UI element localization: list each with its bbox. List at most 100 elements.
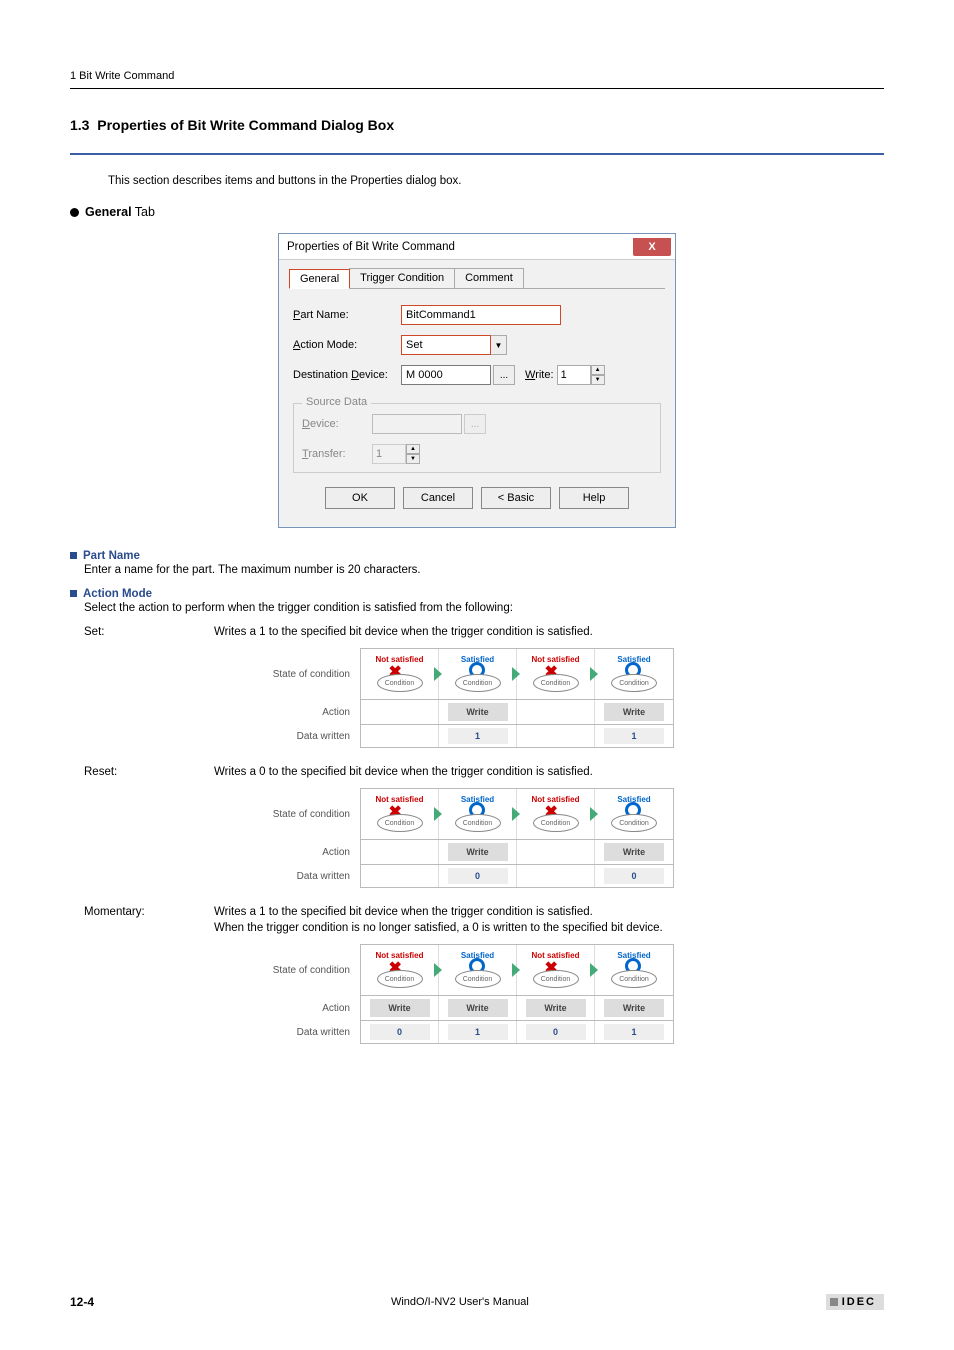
diagram-state-label: State of condition xyxy=(230,669,360,680)
spinner-down-icon[interactable]: ▼ xyxy=(591,375,605,385)
action-cell: Write xyxy=(439,840,517,864)
spinner-up-icon[interactable]: ▲ xyxy=(591,365,605,375)
help-button[interactable]: Help xyxy=(559,487,629,509)
state-cell: Satisfied Condition xyxy=(439,945,517,995)
diagram-data-label: Data written xyxy=(230,871,360,882)
action-cell: Write xyxy=(361,996,439,1020)
close-button[interactable]: X xyxy=(633,238,671,256)
data-cell: 1 xyxy=(439,725,517,747)
dialog-title: Properties of Bit Write Command xyxy=(287,241,455,253)
condition-oval: Condition xyxy=(611,970,657,988)
write-spinner[interactable]: ▲▼ xyxy=(591,365,605,385)
arrow-right-icon xyxy=(590,667,598,681)
data-cell xyxy=(517,865,595,887)
diagram-data-row: 0101 xyxy=(360,1021,674,1044)
section-intro: This section describes items and buttons… xyxy=(108,175,884,187)
condition-oval: Condition xyxy=(455,674,501,692)
write-value-input[interactable] xyxy=(557,365,591,385)
general-label: General xyxy=(85,205,132,219)
data-cell: 1 xyxy=(595,725,673,747)
condition-oval: Condition xyxy=(377,970,423,988)
state-shape: Condition xyxy=(611,666,657,692)
state-shape: Condition xyxy=(611,962,657,988)
part-name-input[interactable] xyxy=(401,305,561,325)
data-value: 1 xyxy=(448,1024,508,1040)
sd-ul: D xyxy=(302,418,310,430)
action-box: Write xyxy=(370,999,430,1017)
section-rule xyxy=(70,153,884,155)
action-box: Write xyxy=(526,999,586,1017)
state-cell: Satisfied Condition xyxy=(439,649,517,699)
action-cell: Write xyxy=(439,700,517,724)
section-number: 1.3 xyxy=(70,117,89,133)
condition-oval: Condition xyxy=(533,814,579,832)
momentary-desc-2: When the trigger condition is no longer … xyxy=(214,922,884,934)
part-name-item-desc: Enter a name for the part. The maximum n… xyxy=(84,564,884,576)
properties-dialog: Properties of Bit Write Command X Genera… xyxy=(278,233,676,528)
diagram-state-row: Not satisfied ✖Condition Satisfied Condi… xyxy=(360,648,674,700)
arrow-right-icon xyxy=(512,667,520,681)
action-box: Write xyxy=(448,703,508,721)
dialog-titlebar: Properties of Bit Write Command X xyxy=(279,234,675,260)
diagram-action-label: Action xyxy=(230,847,360,858)
data-cell xyxy=(517,725,595,747)
data-value: 0 xyxy=(370,1024,430,1040)
dest-device-input[interactable] xyxy=(401,365,491,385)
footer-manual-title: WindO/I-NV2 User's Manual xyxy=(391,1296,529,1308)
source-device-input xyxy=(372,414,462,434)
state-cell: Satisfied Condition xyxy=(439,789,517,839)
cancel-button[interactable]: Cancel xyxy=(403,487,473,509)
transfer-input xyxy=(372,444,406,464)
page-number: 12-4 xyxy=(70,1295,94,1309)
state-cell: Not satisfied ✖Condition xyxy=(361,649,439,699)
basic-button[interactable]: < Basic xyxy=(481,487,551,509)
diagram-data-row: 11 xyxy=(360,725,674,748)
part-name-label-rest: art Name: xyxy=(300,309,348,321)
momentary-desc-1: Writes a 1 to the specified bit device w… xyxy=(214,906,884,918)
brand-text: IDEC xyxy=(842,1296,876,1308)
tab-general[interactable]: General xyxy=(289,269,350,289)
part-name-label: Part Name: xyxy=(293,309,401,321)
state-cell: Satisfied Condition xyxy=(595,945,673,995)
state-shape: ✖Condition xyxy=(377,962,423,988)
condition-oval: Condition xyxy=(377,674,423,692)
source-device-browse-button: ... xyxy=(464,414,486,434)
diagram-action-row: WriteWriteWriteWrite xyxy=(360,996,674,1021)
ok-button[interactable]: OK xyxy=(325,487,395,509)
write-rest: rite: xyxy=(535,369,553,381)
data-cell: 0 xyxy=(361,1021,439,1043)
arrow-right-icon xyxy=(434,667,442,681)
action-cell xyxy=(517,840,595,864)
action-box: Write xyxy=(604,999,664,1017)
arrow-right-icon xyxy=(590,963,598,977)
reset-term: Reset: xyxy=(84,766,214,778)
set-term: Set: xyxy=(84,626,214,638)
write-label: Write: xyxy=(525,369,554,381)
arrow-right-icon xyxy=(590,807,598,821)
state-shape: ✖Condition xyxy=(533,666,579,692)
chevron-down-icon[interactable]: ▼ xyxy=(491,335,507,355)
source-data-group: Source Data Device: ... Transfer: ▲▼ xyxy=(293,403,661,473)
tab-suffix: Tab xyxy=(132,205,155,219)
dd-ul: D xyxy=(351,369,359,381)
data-cell xyxy=(361,865,439,887)
data-cell: 0 xyxy=(517,1021,595,1043)
dest-device-browse-button[interactable]: ... xyxy=(493,365,515,385)
state-cell: Not satisfied ✖Condition xyxy=(517,945,595,995)
data-cell: 1 xyxy=(439,1021,517,1043)
action-mode-select[interactable] xyxy=(401,335,491,355)
state-shape: Condition xyxy=(455,962,501,988)
footer-brand: IDEC xyxy=(826,1294,884,1310)
tab-trigger-condition[interactable]: Trigger Condition xyxy=(349,268,455,288)
diagram-action-row: Write Write xyxy=(360,700,674,725)
tab-comment[interactable]: Comment xyxy=(454,268,524,288)
arrow-right-icon xyxy=(512,807,520,821)
diagram-action-row: WriteWrite xyxy=(360,840,674,865)
state-cell: Satisfied Condition xyxy=(595,789,673,839)
running-header: 1 Bit Write Command xyxy=(70,70,884,82)
data-value: 0 xyxy=(526,1024,586,1040)
action-mode-label-rest: ction Mode: xyxy=(300,339,357,351)
action-cell: Write xyxy=(595,700,673,724)
spinner-down-icon: ▼ xyxy=(406,454,420,464)
part-name-head-text: Part Name xyxy=(83,550,140,562)
